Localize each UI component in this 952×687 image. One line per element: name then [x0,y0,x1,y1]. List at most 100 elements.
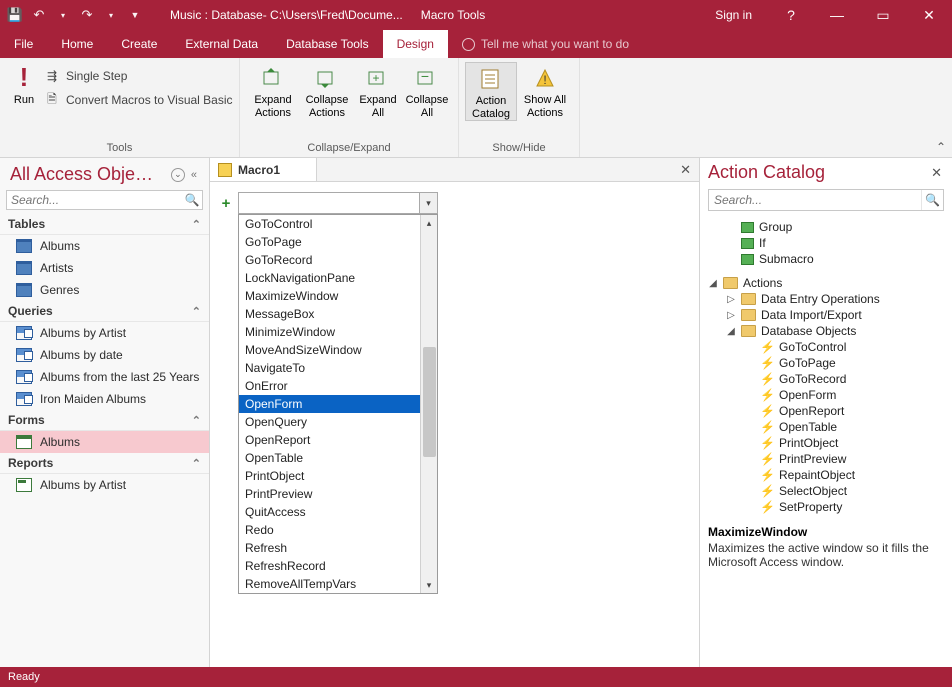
nav-item[interactable]: Albums [0,235,209,257]
nav-cat-forms[interactable]: Forms⌃ [0,410,209,431]
tell-me[interactable]: Tell me what you want to do [448,30,629,58]
help-button[interactable]: ? [768,0,814,30]
tree-action[interactable]: ⚡OpenReport [760,403,944,419]
dropdown-item[interactable]: OpenTable [239,449,420,467]
dropdown-item[interactable]: Refresh [239,539,420,557]
tree-action[interactable]: ⚡RepaintObject [760,467,944,483]
dropdown-item[interactable]: MinimizeWindow [239,323,420,341]
tree-action[interactable]: ⚡GoToPage [760,355,944,371]
tree-action[interactable]: ⚡GoToRecord [760,371,944,387]
tab-home[interactable]: Home [47,30,107,58]
collapse-ribbon-icon[interactable]: ⌃ [936,140,946,154]
tab-external-data[interactable]: External Data [171,30,272,58]
nav-item[interactable]: Artists [0,257,209,279]
show-all-actions-button[interactable]: !Show All Actions [517,62,573,119]
tree-flow-node[interactable]: If [726,235,944,251]
maximize-button[interactable]: ▭ [860,0,906,30]
dropdown-item[interactable]: RefreshRecord [239,557,420,575]
search-icon[interactable]: 🔍 [182,193,202,207]
convert-macros-button[interactable]: 🗎 Convert Macros to Visual Basic [42,90,233,110]
tree-action[interactable]: ⚡OpenTable [760,419,944,435]
minimize-button[interactable]: — [814,0,860,30]
expand-actions-button[interactable]: Expand Actions [246,62,300,119]
add-icon[interactable]: + [220,195,232,212]
nav-filter-icon[interactable]: ⌄ [171,168,185,182]
tree-action[interactable]: ⚡SetProperty [760,499,944,515]
nav-item[interactable]: Albums by Artist [0,322,209,344]
nav-title[interactable]: All Access Obje… [10,164,167,185]
collapse-actions-button[interactable]: Collapse Actions [300,62,354,119]
redo-icon[interactable]: ↷ [78,6,96,24]
doc-tab-macro1[interactable]: Macro1 [210,158,317,181]
dropdown-icon[interactable]: ▾ [419,193,437,213]
tree-actions[interactable]: ◢Actions [708,275,944,291]
collapse-all-button[interactable]: −Collapse All [402,62,452,119]
tab-file[interactable]: File [0,30,47,58]
catalog-search-input[interactable] [709,190,921,210]
dropdown-item[interactable]: GoToPage [239,233,420,251]
single-step-button[interactable]: ⇶ Single Step [42,66,233,86]
dropdown-item[interactable]: OpenReport [239,431,420,449]
dropdown-item[interactable]: GoToRecord [239,251,420,269]
dropdown-item[interactable]: Redo [239,521,420,539]
tree-action[interactable]: ⚡OpenForm [760,387,944,403]
action-combo-input[interactable] [239,193,419,213]
nav-search-input[interactable] [7,191,182,209]
nav-item[interactable]: Albums [0,431,209,453]
tree-database-objects[interactable]: ◢Database Objects [708,323,944,339]
dropdown-item[interactable]: MaximizeWindow [239,287,420,305]
tree-action[interactable]: ⚡GoToControl [760,339,944,355]
nav-item[interactable]: Iron Maiden Albums [0,388,209,410]
nav-item[interactable]: Albums by Artist [0,474,209,496]
scroll-up-icon[interactable]: ▴ [421,215,437,231]
expand-all-button[interactable]: +Expand All [354,62,402,119]
dropdown-item[interactable]: OnError [239,377,420,395]
nav-cat-reports[interactable]: Reports⌃ [0,453,209,474]
save-icon[interactable]: 💾 [6,6,24,24]
close-button[interactable]: ✕ [906,0,952,30]
scroll-down-icon[interactable]: ▾ [421,577,437,593]
nav-item[interactable]: Albums from the last 25 Years [0,366,209,388]
dropdown-item[interactable]: PrintPreview [239,485,420,503]
dropdown-item[interactable]: QuitAccess [239,503,420,521]
nav-collapse-icon[interactable]: « [185,169,201,181]
dropdown-item[interactable]: GoToControl [239,215,420,233]
dropdown-item[interactable]: OpenForm [239,395,420,413]
dropdown-item[interactable]: OpenQuery [239,413,420,431]
tree-action[interactable]: ⚡SelectObject [760,483,944,499]
run-button[interactable]: ! Run [6,62,42,107]
dropdown-item[interactable]: PrintObject [239,467,420,485]
undo-icon[interactable]: ↶ [30,6,48,24]
undo-more-icon[interactable]: ▾ [54,6,72,24]
dropdown-item[interactable]: RemoveAllTempVars [239,575,420,593]
dropdown-item[interactable]: LockNavigationPane [239,269,420,287]
nav-cat-tables[interactable]: Tables⌃ [0,214,209,235]
nav-item[interactable]: Albums by date [0,344,209,366]
doc-tab-close-icon[interactable]: ✕ [672,162,699,178]
tab-design[interactable]: Design [383,30,448,58]
nav-cat-queries[interactable]: Queries⌃ [0,301,209,322]
sign-in-link[interactable]: Sign in [699,8,768,22]
catalog-close-icon[interactable]: ✕ [929,165,944,181]
dropdown-scrollbar[interactable]: ▴ ▾ [420,215,437,593]
tab-create[interactable]: Create [107,30,171,58]
nav-search[interactable]: 🔍 [6,190,203,210]
tree-action-group[interactable]: ▷Data Entry Operations [726,291,944,307]
catalog-search[interactable]: 🔍 [708,189,944,211]
qat-customize-icon[interactable]: ▼ [126,6,144,24]
redo-more-icon[interactable]: ▾ [102,6,120,24]
dropdown-item[interactable]: NavigateTo [239,359,420,377]
tree-action-group[interactable]: ▷Data Import/Export [726,307,944,323]
dropdown-item[interactable]: MoveAndSizeWindow [239,341,420,359]
dropdown-item[interactable]: MessageBox [239,305,420,323]
tree-action[interactable]: ⚡PrintPreview [760,451,944,467]
nav-item[interactable]: Genres [0,279,209,301]
action-combo[interactable]: ▾ [238,192,438,214]
search-icon[interactable]: 🔍 [921,190,943,210]
tree-flow-node[interactable]: Submacro [726,251,944,267]
tree-flow-node[interactable]: Group [726,219,944,235]
tab-database-tools[interactable]: Database Tools [272,30,383,58]
tree-action[interactable]: ⚡PrintObject [760,435,944,451]
scroll-thumb[interactable] [423,347,436,457]
action-catalog-button[interactable]: Action Catalog [465,62,517,121]
